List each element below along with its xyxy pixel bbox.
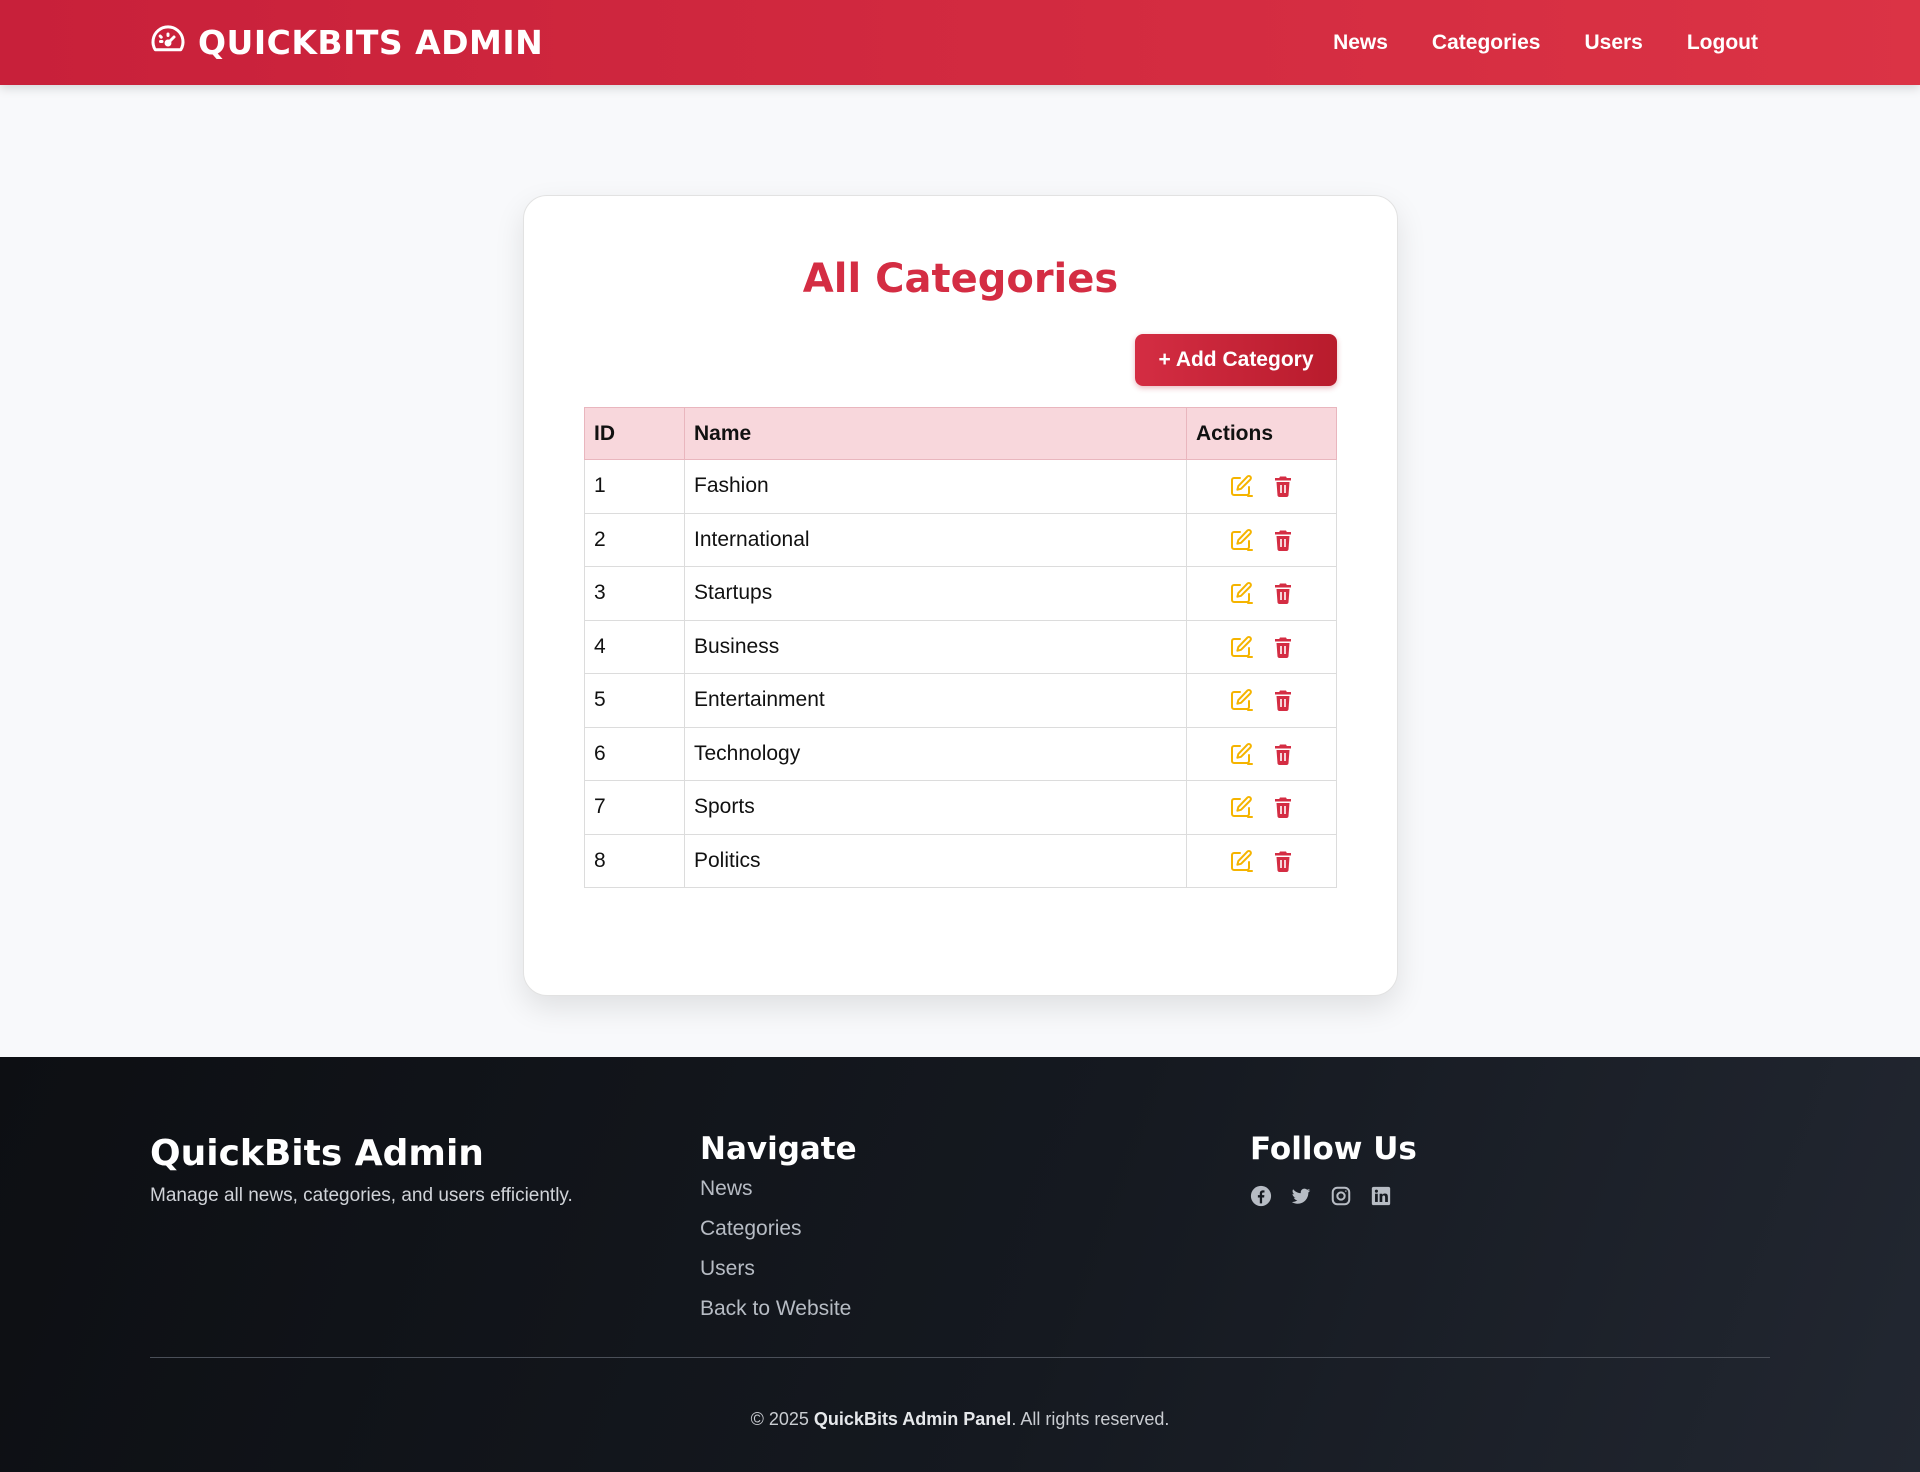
category-name: Sports: [684, 780, 1187, 835]
footer-brand: QuickBits Admin: [150, 1133, 484, 1174]
trash-icon[interactable]: [1270, 794, 1296, 820]
social-links: [1250, 1185, 1392, 1207]
copyright-text: © 2025 QuickBits Admin Panel. All rights…: [0, 1409, 1920, 1430]
nav-users[interactable]: Users: [1584, 31, 1642, 55]
add-category-button[interactable]: + Add Category: [1135, 334, 1337, 386]
edit-icon[interactable]: [1228, 580, 1254, 606]
table-row: 1 Fashion: [584, 459, 1337, 514]
categories-table: ID Name Actions 1 Fashion 2 International 3 S…: [584, 407, 1337, 888]
category-id: 6: [584, 726, 685, 781]
category-name: Entertainment: [684, 673, 1187, 728]
footer-link-categories[interactable]: Categories: [700, 1217, 802, 1240]
list-item: News: [700, 1177, 851, 1217]
table-header-row: ID Name Actions: [584, 407, 1337, 460]
linkedin-icon[interactable]: [1370, 1185, 1392, 1207]
list-item: Back to Website: [700, 1297, 851, 1337]
dashboard-gauge-icon: [150, 22, 186, 63]
footer-divider: [150, 1357, 1770, 1358]
column-header-name: Name: [684, 407, 1187, 460]
brand-title: QUICKBITS ADMIN: [198, 23, 544, 62]
column-header-id: ID: [584, 407, 685, 460]
footer-navigate-heading: Navigate: [700, 1131, 857, 1167]
category-id: 4: [584, 619, 685, 674]
brand-link[interactable]: QUICKBITS ADMIN: [150, 0, 543, 85]
edit-icon[interactable]: [1228, 794, 1254, 820]
table-row: 2 International: [584, 512, 1337, 567]
footer-follow-heading: Follow Us: [1250, 1131, 1417, 1167]
row-actions: [1186, 566, 1337, 621]
category-id: 5: [584, 673, 685, 728]
trash-icon[interactable]: [1270, 848, 1296, 874]
row-actions: [1186, 673, 1337, 728]
row-actions: [1186, 459, 1337, 514]
trash-icon[interactable]: [1270, 687, 1296, 713]
category-name: Business: [684, 619, 1187, 674]
table-row: 5 Entertainment: [584, 673, 1337, 728]
trash-icon[interactable]: [1270, 634, 1296, 660]
footer-link-users[interactable]: Users: [700, 1257, 755, 1280]
category-id: 8: [584, 833, 685, 888]
edit-icon[interactable]: [1228, 741, 1254, 767]
table-row: 3 Startups: [584, 566, 1337, 621]
twitter-icon[interactable]: [1290, 1185, 1312, 1207]
category-name: Startups: [684, 566, 1187, 621]
site-footer: QuickBits Admin Manage all news, categor…: [0, 1057, 1920, 1472]
trash-icon[interactable]: [1270, 580, 1296, 606]
footer-nav-list: News Categories Users Back to Website: [700, 1177, 851, 1337]
table-body: 1 Fashion 2 International 3 Startups 4 Business…: [584, 459, 1337, 888]
edit-icon[interactable]: [1228, 848, 1254, 874]
instagram-icon[interactable]: [1330, 1185, 1352, 1207]
list-item: Users: [700, 1257, 851, 1297]
nav-categories[interactable]: Categories: [1432, 31, 1541, 55]
footer-link-back-to-website[interactable]: Back to Website: [700, 1297, 851, 1320]
trash-icon[interactable]: [1270, 473, 1296, 499]
footer-link-news[interactable]: News: [700, 1177, 753, 1200]
category-name: Politics: [684, 833, 1187, 888]
row-actions: [1186, 512, 1337, 567]
trash-icon[interactable]: [1270, 741, 1296, 767]
copyright-suffix: . All rights reserved.: [1011, 1409, 1170, 1429]
edit-icon[interactable]: [1228, 527, 1254, 553]
table-row: 6 Technology: [584, 726, 1337, 781]
category-name: Fashion: [684, 459, 1187, 514]
edit-icon[interactable]: [1228, 473, 1254, 499]
table-row: 8 Politics: [584, 833, 1337, 888]
table-row: 4 Business: [584, 619, 1337, 674]
category-name: Technology: [684, 726, 1187, 781]
page-title: All Categories: [802, 256, 1119, 302]
nav-logout[interactable]: Logout: [1687, 31, 1758, 55]
list-item: Categories: [700, 1217, 851, 1257]
copyright-prefix: © 2025: [750, 1409, 814, 1429]
edit-icon[interactable]: [1228, 634, 1254, 660]
row-actions: [1186, 619, 1337, 674]
row-actions: [1186, 833, 1337, 888]
categories-card: All Categories + Add Category ID Name Ac…: [523, 195, 1398, 996]
footer-description: Manage all news, categories, and users e…: [150, 1185, 573, 1206]
row-actions: [1186, 726, 1337, 781]
main-nav: News Categories Users Logout: [1333, 0, 1758, 85]
category-id: 2: [584, 512, 685, 567]
column-header-actions: Actions: [1186, 407, 1337, 460]
top-navbar: QUICKBITS ADMIN News Categories Users Lo…: [0, 0, 1920, 85]
category-name: International: [684, 512, 1187, 567]
edit-icon[interactable]: [1228, 687, 1254, 713]
category-id: 7: [584, 780, 685, 835]
table-row: 7 Sports: [584, 780, 1337, 835]
nav-news[interactable]: News: [1333, 31, 1388, 55]
category-id: 3: [584, 566, 685, 621]
facebook-icon[interactable]: [1250, 1185, 1272, 1207]
row-actions: [1186, 780, 1337, 835]
trash-icon[interactable]: [1270, 527, 1296, 553]
category-id: 1: [584, 459, 685, 514]
copyright-brand: QuickBits Admin Panel: [813, 1409, 1012, 1429]
